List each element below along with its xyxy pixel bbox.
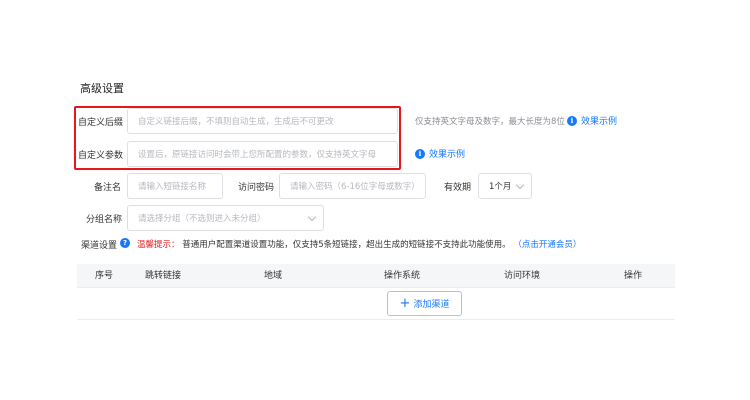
channel-table-header: 序号 跳转链接 地域 操作系统 访问环境 操作	[77, 264, 675, 288]
column-header: 跳转链接	[145, 271, 182, 281]
plus-icon: +	[399, 295, 411, 311]
remark-label: 备注名	[94, 183, 122, 193]
help-icon[interactable]: ?	[120, 238, 130, 248]
info-icon: i	[415, 148, 425, 159]
chevron-down-icon	[307, 212, 317, 222]
column-header: 地域	[264, 271, 283, 281]
group-select[interactable]: 请选择分组（不选则进入未分组）	[127, 205, 324, 231]
column-header: 序号	[95, 271, 114, 281]
section-title: 高级设置	[80, 82, 124, 95]
custom-suffix-example-link[interactable]: i 效果示例	[567, 114, 617, 127]
remark-placeholder: 请输入短链接名称	[138, 182, 207, 192]
chevron-down-icon	[515, 180, 525, 190]
channel-table-body	[77, 288, 675, 320]
notice-prefix: 温馨提示：	[137, 240, 180, 250]
channel-label: 渠道设置	[81, 241, 118, 251]
notice-text: 普通用户配置渠道设置功能，仅支持5条短链接，超出生成的短链接不支持此功能使用。	[182, 240, 511, 250]
add-channel-label: 添加渠道	[413, 300, 450, 310]
info-icon: i	[567, 115, 577, 126]
validity-value: 1个月	[489, 182, 512, 192]
custom-suffix-example-text: 效果示例	[581, 117, 618, 127]
group-label: 分组名称	[86, 215, 123, 225]
column-header: 操作	[624, 271, 643, 281]
password-label: 访问密码	[238, 183, 275, 193]
custom-suffix-input[interactable]: 自定义链接后缀，不填则自动生成，生成后不可更改	[127, 108, 398, 134]
custom-suffix-placeholder: 自定义链接后缀，不填则自动生成，生成后不可更改	[138, 117, 334, 127]
custom-params-placeholder: 设置后，原链接访问时会带上您所配置的参数，仅支持英文字母	[138, 150, 377, 160]
custom-suffix-hint: 仅支持英文字母及数字，最大长度为8位	[415, 117, 565, 127]
password-input[interactable]: 请输入密码（6-16位字母或数字）	[279, 173, 426, 199]
validity-label: 有效期	[444, 183, 472, 193]
open-membership-link[interactable]: （点击开通会员）	[513, 240, 581, 250]
custom-params-label: 自定义参数	[78, 151, 124, 161]
channel-notice: 温馨提示： 普通用户配置渠道设置功能，仅支持5条短链接，超出生成的短链接不支持此…	[137, 238, 581, 250]
column-header: 操作系统	[384, 271, 421, 281]
validity-select[interactable]: 1个月	[478, 173, 532, 199]
custom-params-example-text: 效果示例	[429, 150, 466, 160]
custom-suffix-label: 自定义后缀	[78, 118, 124, 128]
custom-params-example-link[interactable]: i 效果示例	[415, 147, 465, 160]
column-header: 访问环境	[504, 271, 541, 281]
add-channel-button[interactable]: + 添加渠道	[387, 291, 462, 316]
password-placeholder: 请输入密码（6-16位字母或数字）	[290, 182, 415, 192]
remark-input[interactable]: 请输入短链接名称	[127, 173, 223, 199]
custom-params-input[interactable]: 设置后，原链接访问时会带上您所配置的参数，仅支持英文字母	[127, 141, 398, 167]
group-placeholder: 请选择分组（不选则进入未分组）	[138, 214, 266, 224]
